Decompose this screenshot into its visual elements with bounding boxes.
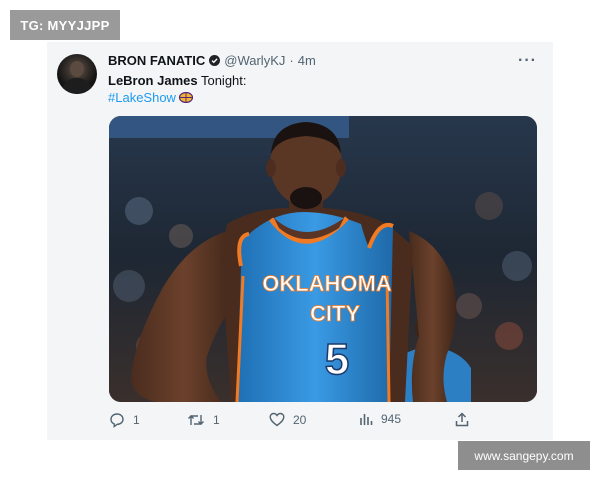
share-icon (455, 412, 469, 427)
views-button[interactable]: 945 (359, 412, 401, 426)
jersey-number: 5 (325, 335, 349, 384)
tweet-text-rest: Tonight: (197, 73, 247, 88)
tweet-header: BRON FANATIC @WarlyKJ · 4m (108, 53, 316, 68)
tweet-timestamp[interactable]: 4m (298, 53, 316, 68)
jersey-text-line2: CITY (310, 301, 360, 326)
like-button[interactable]: 20 (269, 412, 306, 427)
jersey-text-line1: OKLAHOMA (262, 271, 392, 296)
reply-count: 1 (133, 413, 140, 427)
views-count: 945 (381, 412, 402, 426)
lakers-logo-emoji (178, 91, 194, 104)
share-button[interactable] (455, 412, 469, 427)
verified-badge-icon (209, 55, 221, 66)
watermark-top: TG: MYYJJPP (10, 10, 120, 40)
user-handle[interactable]: @WarlyKJ (224, 53, 285, 68)
tweet-card[interactable]: BRON FANATIC @WarlyKJ · 4m ··· LeBron Ja… (47, 42, 553, 440)
reply-icon (109, 412, 125, 428)
more-options-icon[interactable]: ··· (518, 52, 537, 70)
display-name[interactable]: BRON FANATIC (108, 53, 205, 68)
tweet-hashtag-line: #LakeShow (108, 90, 194, 105)
like-icon (269, 412, 285, 427)
retweet-button[interactable]: 1 (187, 412, 220, 428)
tweet-image[interactable]: OKLAHOMA CITY 5 (109, 116, 537, 402)
retweet-count: 1 (213, 413, 220, 427)
reply-button[interactable]: 1 (109, 412, 140, 428)
tweet-actions: 1 1 20 945 (109, 412, 479, 432)
hashtag-link[interactable]: #LakeShow (108, 90, 176, 105)
avatar[interactable] (57, 54, 97, 94)
like-count: 20 (293, 412, 307, 427)
tweet-text: LeBron James Tonight: (108, 73, 247, 88)
views-icon (359, 412, 373, 426)
header-separator: · (289, 53, 294, 68)
retweet-icon (187, 412, 205, 428)
tweet-text-bold: LeBron James (108, 73, 198, 88)
watermark-bottom: www.sangepy.com (458, 441, 590, 470)
